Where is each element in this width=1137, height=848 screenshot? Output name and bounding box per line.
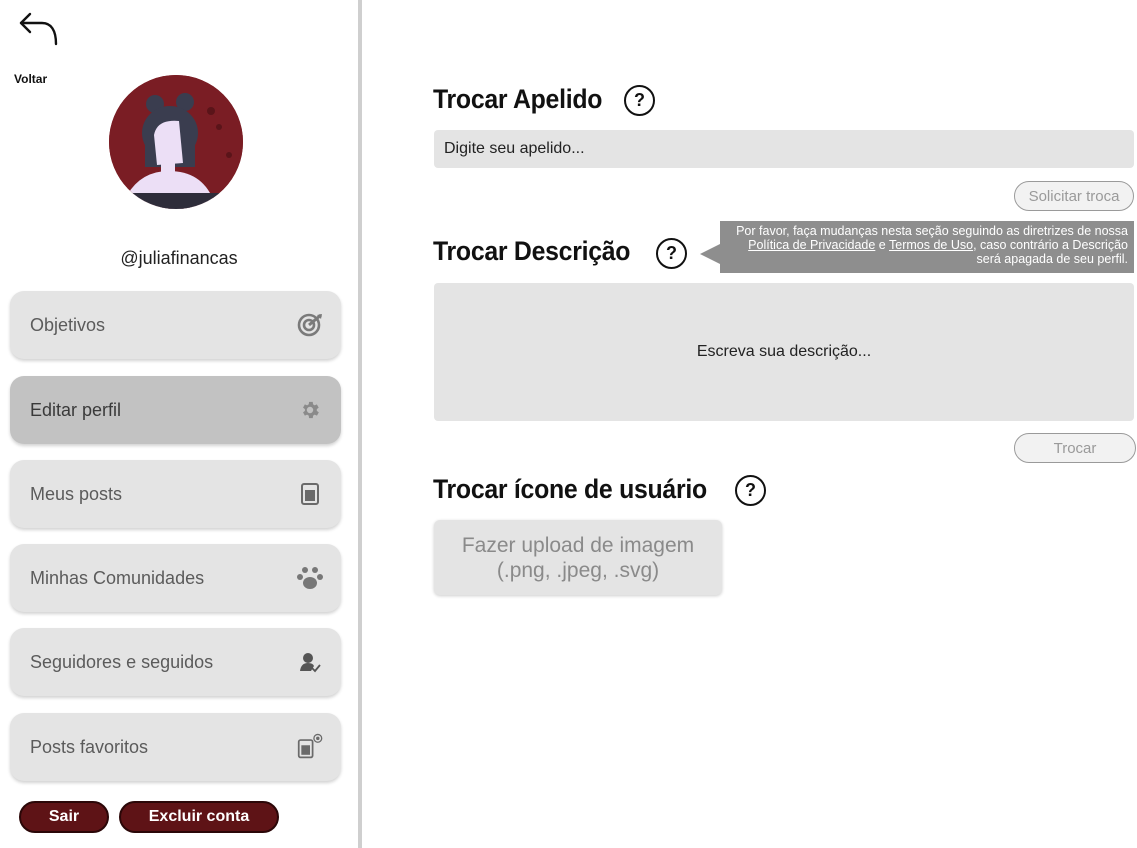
sidebar-item-label: Meus posts	[30, 483, 123, 504]
delete-account-button[interactable]: Excluir conta	[119, 801, 279, 833]
sidebar-item-meus-posts[interactable]: Meus posts	[10, 460, 341, 528]
request-change-button[interactable]: Solicitar troca	[1014, 181, 1134, 211]
tooltip-text: e	[875, 238, 889, 252]
privacy-tooltip: Por favor, faça mudanças nesta seção seg…	[720, 221, 1134, 273]
nickname-help-icon[interactable]: ?	[624, 85, 655, 116]
back-arrow-icon	[19, 12, 58, 46]
tooltip-text: , caso contrário a Descrição será apagad…	[973, 238, 1128, 266]
paw-icon	[297, 565, 323, 591]
target-icon	[297, 312, 323, 338]
sidebar-item-posts-favoritos[interactable]: Posts favoritos	[10, 713, 341, 781]
document-icon	[297, 481, 323, 507]
sidebar-item-objetivos[interactable]: Objetivos	[10, 291, 341, 359]
description-textarea[interactable]: Escreva sua descrição...	[434, 283, 1134, 421]
document-plus-icon	[297, 733, 323, 760]
upload-label-line1: Fazer upload de imagem	[461, 533, 695, 557]
change-description-button[interactable]: Trocar	[1014, 433, 1136, 463]
icon-section-title: Trocar ícone de usuário	[433, 474, 707, 504]
nickname-input[interactable]: Digite seu apelido...	[434, 130, 1134, 168]
back-button[interactable]: Voltar	[14, 10, 74, 86]
avatar	[109, 75, 243, 209]
tooltip-text: Por favor, faça mudanças nesta seção seg…	[736, 224, 1128, 238]
sidebar-divider	[358, 0, 362, 848]
privacy-policy-link[interactable]: Política de Privacidade	[748, 238, 875, 252]
logout-button[interactable]: Sair	[19, 801, 109, 833]
sidebar-item-label: Objetivos	[30, 314, 106, 335]
icon-help-icon[interactable]: ?	[735, 475, 766, 506]
sidebar-item-label: Minhas Comunidades	[30, 567, 205, 588]
nickname-section-title: Trocar Apelido	[433, 84, 603, 114]
gear-icon	[297, 397, 323, 423]
sidebar: Voltar @juliafinancas Objetivos Editar p…	[0, 0, 358, 848]
upload-image-button[interactable]: Fazer upload de imagem (.png, .jpeg, .sv…	[434, 520, 722, 595]
tooltip-arrow	[700, 244, 720, 264]
description-section-title: Trocar Descrição	[433, 236, 631, 266]
terms-of-use-link[interactable]: Termos de Uso	[889, 238, 973, 252]
sidebar-item-seguidores[interactable]: Seguidores e seguidos	[10, 628, 341, 696]
upload-label-line2: (.png, .jpeg, .svg)	[496, 558, 660, 582]
sidebar-item-label: Seguidores e seguidos	[30, 651, 214, 672]
user-handle: @juliafinancas	[120, 248, 238, 268]
sidebar-item-label: Editar perfil	[30, 399, 122, 420]
sidebar-item-label: Posts favoritos	[30, 736, 149, 757]
user-check-icon	[297, 649, 323, 675]
avatar-illustration-icon	[109, 75, 243, 209]
back-label: Voltar	[14, 72, 48, 86]
description-help-icon[interactable]: ?	[656, 238, 687, 269]
sidebar-item-minhas-comunidades[interactable]: Minhas Comunidades	[10, 544, 341, 612]
sidebar-item-editar-perfil[interactable]: Editar perfil	[10, 376, 341, 444]
